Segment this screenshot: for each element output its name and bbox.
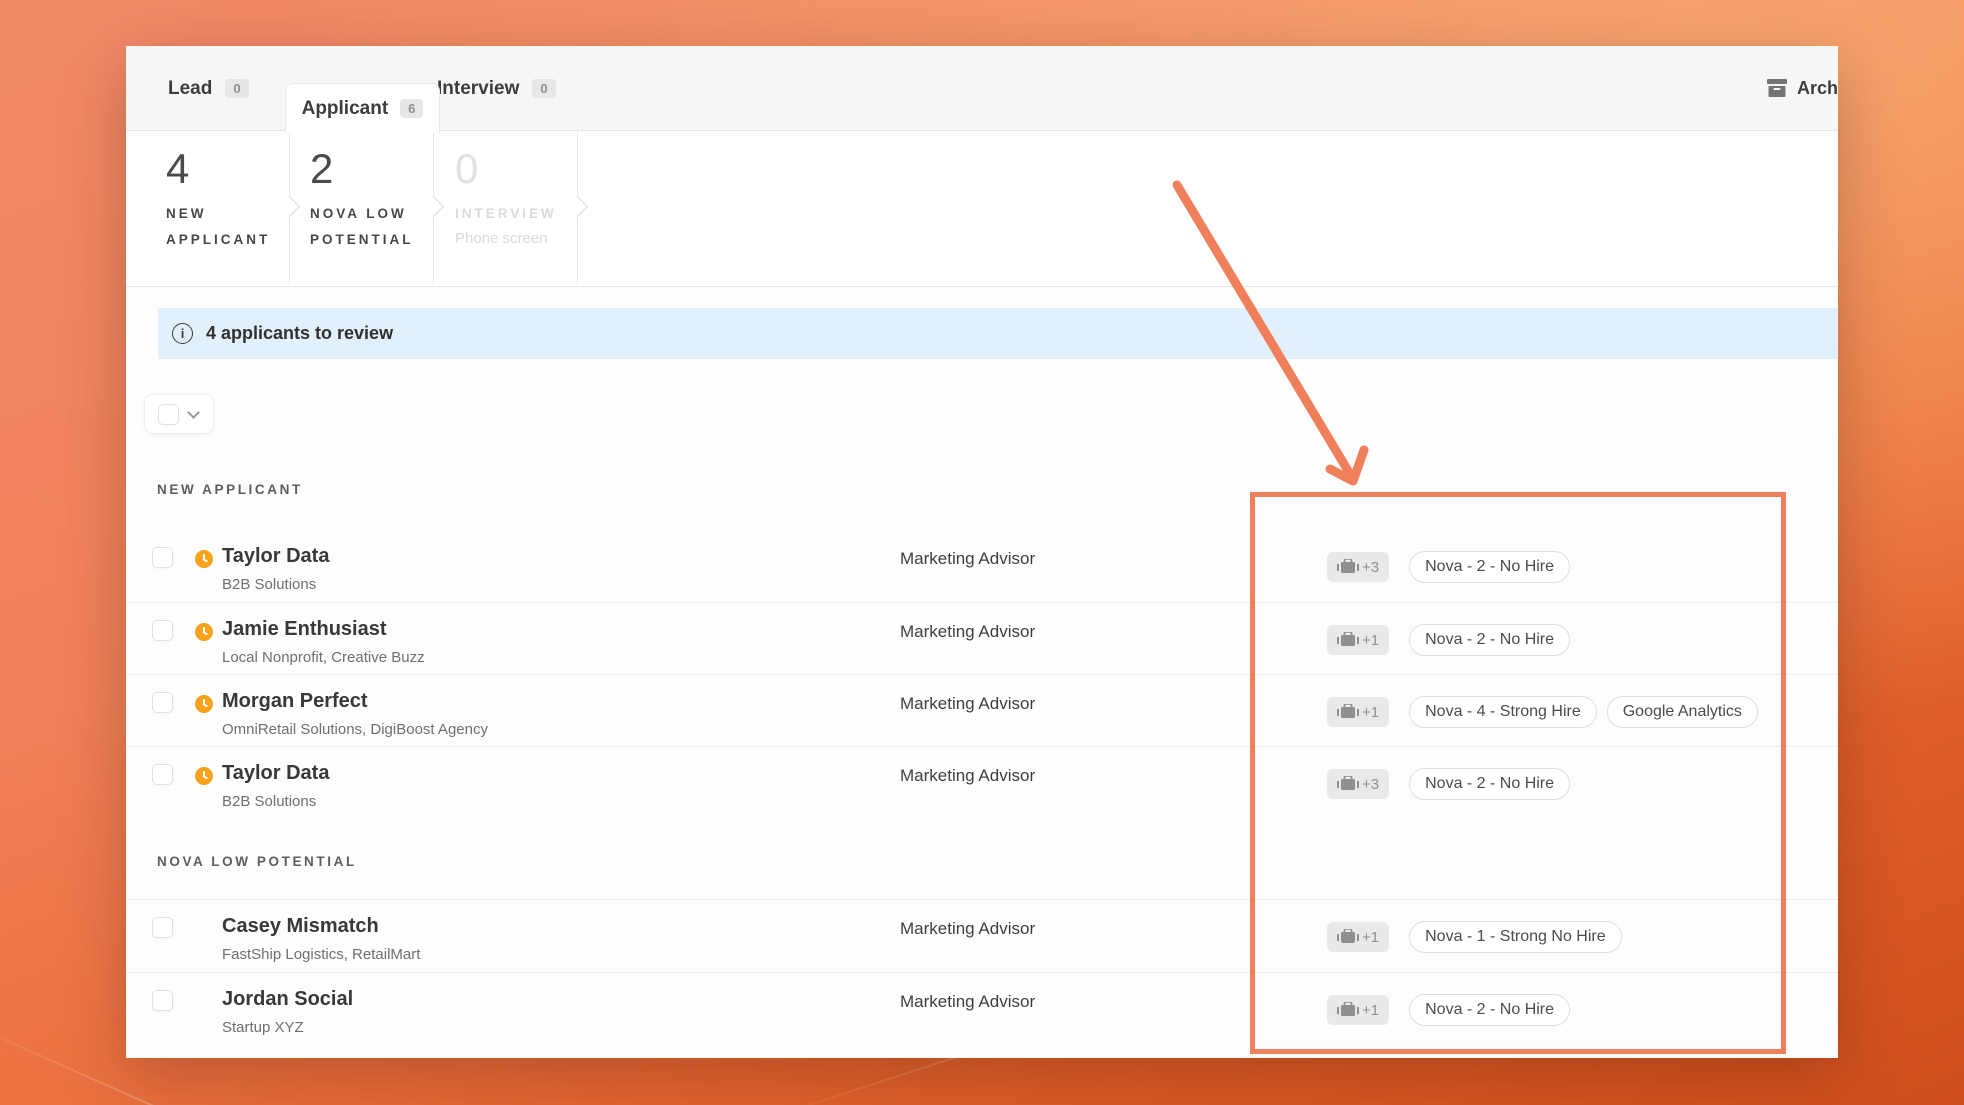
stage-nova-low-potential-label: NOVA LOW (310, 201, 460, 227)
candidate-role: Marketing Advisor (900, 694, 1035, 714)
tab-lead-label: Lead (168, 78, 212, 100)
candidate-chips: +1 Nova - 1 - Strong No Hire (1327, 921, 1622, 953)
info-icon: i (172, 323, 193, 344)
pending-clock-icon (195, 623, 213, 641)
stage-interview-label: INTERVIEW (455, 201, 605, 227)
candidate-row[interactable]: Casey Mismatch FastShip Logistics, Retai… (126, 899, 1838, 971)
rating-pill: Nova - 2 - No Hire (1409, 768, 1570, 800)
briefcase-icon (1337, 1002, 1359, 1018)
stage-interview-count: 0 (455, 145, 478, 193)
archived-label: Archived (1797, 78, 1838, 99)
row-checkbox[interactable] (152, 547, 173, 568)
briefcase-icon (1337, 704, 1359, 720)
archived-button[interactable]: Archived (1767, 46, 1838, 131)
tab-applicant[interactable]: Applicant 6 (285, 83, 440, 133)
candidate-chips: +3 Nova - 2 - No Hire (1327, 551, 1570, 583)
briefcase-icon (1337, 632, 1359, 648)
stage-new-applicant-count: 4 (166, 145, 189, 193)
row-checkbox[interactable] (152, 764, 173, 785)
stage-nova-low-potential-label: POTENTIAL (310, 227, 460, 253)
stage-new-applicant-label: APPLICANT (166, 227, 316, 253)
ats-window: Lead 0 Interview 0 Archived Applicant 6 (126, 46, 1838, 1058)
rating-pill: Nova - 2 - No Hire (1409, 624, 1570, 656)
other-jobs-count: +1 (1362, 929, 1379, 946)
candidate-company: OmniRetail Solutions, DigiBoost Agency (222, 721, 488, 738)
other-jobs-count: +1 (1362, 704, 1379, 721)
row-checkbox[interactable] (152, 990, 173, 1011)
other-jobs-count: +1 (1362, 632, 1379, 649)
other-jobs-badge: +3 (1327, 769, 1389, 799)
tab-interview[interactable]: Interview 0 (437, 46, 556, 131)
briefcase-icon (1337, 929, 1359, 945)
other-jobs-badge: +1 (1327, 697, 1389, 727)
candidate-role: Marketing Advisor (900, 622, 1035, 642)
candidate-company: Startup XYZ (222, 1019, 304, 1036)
other-jobs-badge: +3 (1327, 552, 1389, 582)
rating-pill: Nova - 4 - Strong Hire (1409, 696, 1597, 728)
candidate-role: Marketing Advisor (900, 919, 1035, 939)
candidate-name[interactable]: Jamie Enthusiast (222, 618, 387, 641)
candidate-row[interactable]: Taylor Data B2B Solutions Marketing Advi… (126, 530, 1838, 602)
section-title-new-applicant: NEW APPLICANT (157, 482, 303, 497)
candidate-chips: +1 Nova - 4 - Strong Hire Google Analyti… (1327, 696, 1758, 728)
candidate-chips: +1 Nova - 2 - No Hire (1327, 994, 1570, 1026)
candidate-name[interactable]: Morgan Perfect (222, 690, 368, 713)
review-banner-text: 4 applicants to review (206, 323, 393, 344)
rating-pill: Nova - 1 - Strong No Hire (1409, 921, 1622, 953)
other-jobs-count: +1 (1362, 1002, 1379, 1019)
archive-box-icon (1767, 79, 1787, 98)
candidate-role: Marketing Advisor (900, 766, 1035, 786)
row-checkbox[interactable] (152, 692, 173, 713)
tab-applicant-label: Applicant (302, 98, 389, 120)
briefcase-icon (1337, 776, 1359, 792)
pending-clock-icon (195, 767, 213, 785)
tab-lead[interactable]: Lead 0 (168, 46, 249, 131)
stage-strip: 4 NEW APPLICANT 2 NOVA LOW POTENTIAL 0 I… (126, 131, 1838, 287)
review-banner: i 4 applicants to review (158, 308, 1838, 359)
select-all-checkbox[interactable] (158, 404, 179, 425)
select-all-control[interactable] (144, 394, 214, 434)
candidate-row[interactable]: Taylor Data B2B Solutions Marketing Advi… (126, 746, 1838, 818)
other-jobs-count: +3 (1362, 776, 1379, 793)
candidate-role: Marketing Advisor (900, 992, 1035, 1012)
pending-clock-icon (195, 550, 213, 568)
tab-interview-label: Interview (437, 78, 519, 100)
stage-new-applicant-label: NEW (166, 201, 316, 227)
candidate-company: B2B Solutions (222, 576, 316, 593)
row-checkbox[interactable] (152, 917, 173, 938)
candidate-chips: +1 Nova - 2 - No Hire (1327, 624, 1570, 656)
tab-interview-count-badge: 0 (532, 79, 555, 98)
tab-applicant-count-badge: 6 (400, 99, 423, 118)
other-jobs-badge: +1 (1327, 625, 1389, 655)
row-checkbox[interactable] (152, 620, 173, 641)
candidate-row[interactable]: Jordan Social Startup XYZ Marketing Advi… (126, 972, 1838, 1044)
other-jobs-badge: +1 (1327, 995, 1389, 1025)
rating-pill: Google Analytics (1607, 696, 1758, 728)
candidate-company: Local Nonprofit, Creative Buzz (222, 649, 425, 666)
desktop-wallpaper: Lead 0 Interview 0 Archived Applicant 6 (0, 0, 1964, 1105)
candidate-role: Marketing Advisor (900, 549, 1035, 569)
pending-clock-icon (195, 695, 213, 713)
stage-nova-low-potential-count: 2 (310, 145, 333, 193)
candidate-company: B2B Solutions (222, 793, 316, 810)
candidate-company: FastShip Logistics, RetailMart (222, 946, 420, 963)
candidate-name[interactable]: Taylor Data (222, 762, 329, 785)
chevron-down-icon[interactable] (187, 406, 200, 419)
candidate-row[interactable]: Morgan Perfect OmniRetail Solutions, Dig… (126, 674, 1838, 746)
candidate-name[interactable]: Casey Mismatch (222, 915, 379, 938)
rating-pill: Nova - 2 - No Hire (1409, 994, 1570, 1026)
candidate-row[interactable]: Jamie Enthusiast Local Nonprofit, Creati… (126, 602, 1838, 674)
other-jobs-badge: +1 (1327, 922, 1389, 952)
candidate-chips: +3 Nova - 2 - No Hire (1327, 768, 1570, 800)
stage-interview-sublabel: Phone screen (455, 227, 605, 251)
section-title-nova-low-potential: NOVA LOW POTENTIAL (157, 854, 357, 869)
other-jobs-count: +3 (1362, 559, 1379, 576)
briefcase-icon (1337, 559, 1359, 575)
rating-pill: Nova - 2 - No Hire (1409, 551, 1570, 583)
candidate-name[interactable]: Taylor Data (222, 545, 329, 568)
tab-lead-count-badge: 0 (225, 79, 248, 98)
candidate-name[interactable]: Jordan Social (222, 988, 353, 1011)
